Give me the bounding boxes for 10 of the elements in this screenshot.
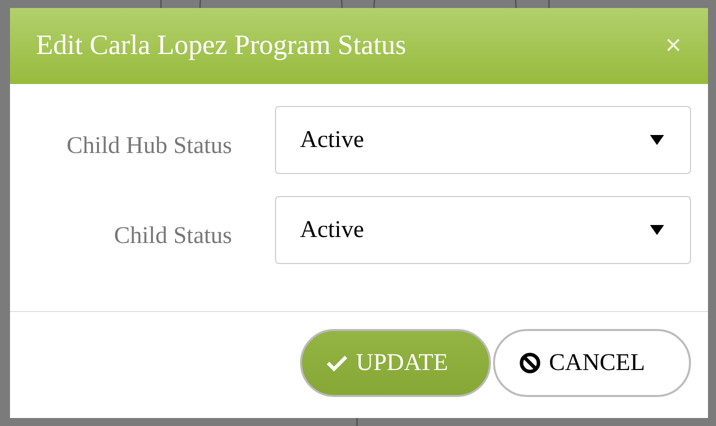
caret-icon [650,225,664,235]
select-field[interactable]: Active [275,196,691,264]
field-label: Child Status [112,222,232,251]
ban-icon [519,352,541,374]
caret-icon [650,135,664,145]
cancel-button[interactable]: CANCEL [493,329,691,397]
select-field[interactable]: Active [275,106,691,174]
field-label: Child Hub Status [66,132,232,161]
dialog-title: Edit Carla Lopez Program Status [36,29,406,63]
check-icon [326,354,348,372]
